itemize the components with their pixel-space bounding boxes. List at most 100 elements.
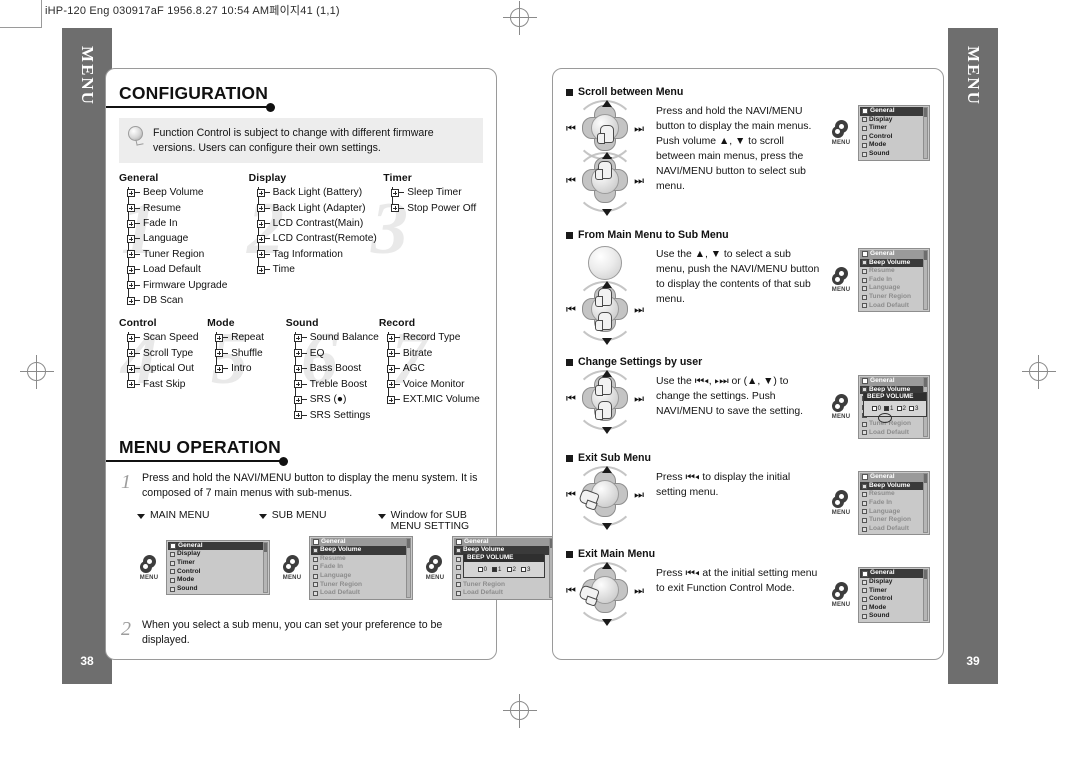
tree-item[interactable]: Optical Out [123, 361, 207, 376]
tree-item[interactable]: Back Light (Battery) [253, 185, 384, 200]
lcd-list-item[interactable]: Language [860, 284, 928, 293]
tree-item[interactable]: Language [123, 231, 249, 246]
menu-item-icon [170, 560, 175, 566]
lcd-list-item[interactable]: Display [168, 550, 268, 559]
tree-item[interactable]: Bass Boost [290, 361, 379, 376]
option-1-selected[interactable]: 1 [884, 405, 894, 412]
tree-item[interactable]: DB Scan [123, 293, 249, 308]
lcd-list-item[interactable]: Load Default [860, 429, 928, 438]
tree-item[interactable]: EXT.MIC Volume [383, 392, 483, 407]
tree-item[interactable]: Firmware Upgrade [123, 278, 249, 293]
nav-wheel[interactable]: ⏮ ⏭ [566, 281, 644, 345]
lcd-scrollbar[interactable] [263, 541, 268, 594]
lcd-list-item[interactable]: Timer [860, 587, 928, 596]
tree-item[interactable]: Shuffle [211, 346, 286, 361]
tree-item[interactable]: Time [253, 262, 384, 277]
tree-item[interactable]: Fast Skip [123, 377, 207, 392]
lcd-list-item[interactable]: Sound [860, 612, 928, 621]
nav-wheel-secondary[interactable]: ⏮ ⏭ [566, 152, 644, 216]
lcd-list-item[interactable]: Load Default [860, 302, 928, 311]
navi-menu-button[interactable] [588, 246, 622, 280]
lcd-title-label: General [870, 107, 895, 114]
tree-item[interactable]: SRS Settings [290, 408, 379, 423]
lcd-scrollbar[interactable] [923, 473, 928, 534]
tree-item[interactable]: Scan Speed [123, 330, 207, 345]
tree-item[interactable]: Back Light (Adapter) [253, 201, 384, 216]
tree-item[interactable]: Voice Monitor [383, 377, 483, 392]
option-2[interactable]: 2 [896, 405, 906, 412]
lcd-list-item[interactable]: Fade In [860, 499, 928, 508]
lcd-list-item[interactable]: Tuner Region [311, 581, 411, 590]
tree-item[interactable]: Load Default [123, 262, 249, 277]
lcd-list-item-selected[interactable]: Beep Volume [311, 546, 411, 555]
lcd-list-item[interactable]: Fade In [311, 563, 411, 572]
lcd-list-item[interactable]: Display [860, 116, 928, 125]
tree-item[interactable]: Stop Power Off [387, 201, 483, 216]
expand-icon [386, 333, 395, 342]
tree-item[interactable]: Tag Information [253, 247, 384, 262]
tree-item[interactable]: Scroll Type [123, 346, 207, 361]
nav-wheel[interactable]: ⏮ ⏭ [566, 466, 644, 531]
lcd-list-item-selected[interactable]: Beep Volume [860, 258, 928, 268]
lcd-scrollbar[interactable] [406, 537, 411, 598]
tree-item[interactable]: Fade In [123, 216, 249, 231]
expand-icon [862, 421, 867, 427]
lcd-list-item[interactable]: Mode [860, 141, 928, 150]
lcd-list-item[interactable]: Timer [168, 559, 268, 568]
lcd-list-item[interactable]: Display [860, 578, 928, 587]
option-1-selected[interactable]: 1 [492, 566, 502, 573]
option-3[interactable]: 3 [520, 566, 530, 573]
lcd-list-item[interactable]: Language [311, 572, 411, 581]
tree-item[interactable]: AGC [383, 361, 483, 376]
tree-item[interactable]: Sleep Timer [387, 185, 483, 200]
lcd-scrollbar[interactable] [923, 569, 928, 621]
lcd-list-item[interactable]: Fade In [860, 276, 928, 285]
option-3[interactable]: 3 [908, 405, 918, 412]
tree-item[interactable]: Beep Volume [123, 185, 249, 200]
lcd-list-item[interactable]: Load Default [454, 589, 554, 598]
lcd-list-item[interactable]: Tuner Region [860, 516, 928, 525]
tree-item[interactable]: Repeat [211, 330, 286, 345]
lcd-list-item[interactable]: Load Default [311, 589, 411, 598]
option-0[interactable]: 0 [477, 566, 487, 573]
lcd-list-item[interactable]: Tuner Region [454, 581, 554, 590]
option-2[interactable]: 2 [506, 566, 516, 573]
lcd-list-item[interactable]: Control [860, 595, 928, 604]
lcd-list-item[interactable]: Mode [860, 604, 928, 613]
lcd-list-item[interactable]: Load Default [860, 525, 928, 534]
lcd-list-item-selected[interactable]: Beep Volume [860, 481, 928, 491]
hand-pointer-icon [595, 401, 612, 420]
lcd-list-item[interactable]: Resume [311, 555, 411, 564]
tree-item[interactable]: Resume [123, 201, 249, 216]
lcd-list-item[interactable]: Control [168, 568, 268, 577]
lcd-list-item[interactable]: Tuner Region [860, 293, 928, 302]
nav-wheel[interactable]: ⏮ ⏭ [566, 370, 644, 434]
tree-item[interactable]: LCD Contrast(Main) [253, 216, 384, 231]
lcd-list-item[interactable]: Resume [860, 490, 928, 499]
lcd-list-item[interactable]: Mode [168, 576, 268, 585]
tree-item[interactable]: Sound Balance [290, 330, 379, 345]
menu-gear-icon: MENU [827, 119, 855, 146]
nav-wheel[interactable]: ⏮ ⏭ [566, 562, 644, 627]
lcd-scrollbar[interactable] [923, 107, 928, 159]
tree-item[interactable]: Record Type [383, 330, 483, 345]
lcd-list-item[interactable]: Language [860, 508, 928, 517]
lcd-list-item[interactable]: Control [860, 133, 928, 142]
registration-mark-left [20, 355, 54, 389]
lcd-scrollbar[interactable] [923, 250, 928, 311]
option-0[interactable]: 0 [871, 405, 881, 412]
tree-item[interactable]: EQ [290, 346, 379, 361]
tree-item[interactable]: LCD Contrast(Remote) [253, 231, 384, 246]
tree-item[interactable]: Bitrate [383, 346, 483, 361]
lcd-list-item[interactable]: Timer [860, 124, 928, 133]
tree-item[interactable]: Treble Boost [290, 377, 379, 392]
tree-item[interactable]: SRS (●) [290, 392, 379, 407]
lcd-list-item[interactable]: Sound [860, 150, 928, 159]
tree-item[interactable]: Tuner Region [123, 247, 249, 262]
lcd-list-item[interactable]: Sound [168, 585, 268, 594]
bullet-square-icon [566, 454, 573, 462]
tree-item[interactable]: Intro [211, 361, 286, 376]
lcd-list-item[interactable]: Resume [860, 267, 928, 276]
lcd-list-item[interactable]: Tuner Region [860, 420, 928, 429]
page-title-menu-operation: MENU OPERATION [119, 436, 281, 457]
